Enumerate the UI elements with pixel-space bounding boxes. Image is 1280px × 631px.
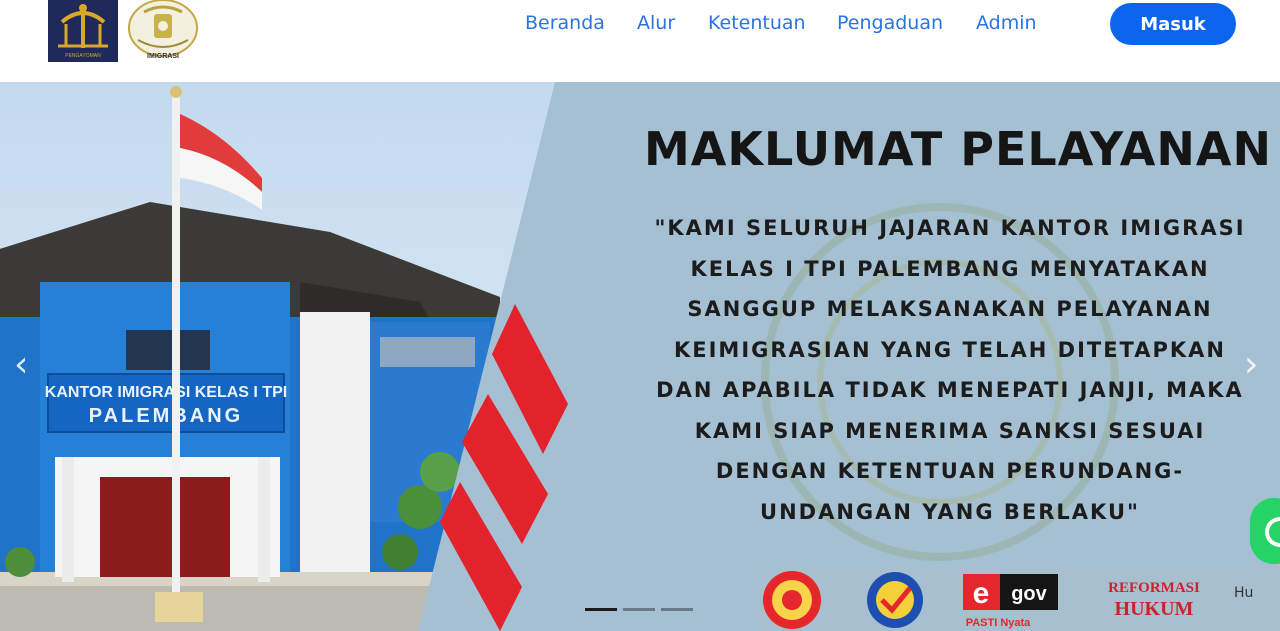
svg-text:PASTI Nyata: PASTI Nyata (966, 617, 1031, 629)
nav-ketentuan[interactable]: Ketentuan (708, 12, 806, 34)
statement-line: KELAS I TPI PALEMBANG MENYATAKAN (690, 256, 1210, 281)
wbk-logo-icon (867, 572, 923, 628)
whatsapp-icon[interactable] (1250, 498, 1280, 564)
nav-beranda[interactable]: Beranda (525, 12, 605, 34)
maklumat-statement: "KAMI SELURUH JAJARAN KANTOR IMIGRASI KE… (600, 208, 1280, 532)
site-header: PENGAYOMAN IMIGRASI Beranda Alur Ketentu… (0, 0, 1280, 82)
nav-pengaduan[interactable]: Pengaduan (837, 12, 943, 34)
svg-text:IMIGRASI: IMIGRASI (147, 53, 179, 60)
statement-line: "KAMI SELURUH JAJARAN KANTOR IMIGRASI (654, 216, 1246, 240)
svg-text:e: e (973, 577, 990, 610)
hero-carousel: KANTOR IMIGRASI KELAS I TPI PALEMBANG MA… (0, 82, 1280, 631)
carousel-indicator-1[interactable] (585, 608, 617, 611)
imigrasi-logo-icon[interactable]: IMIGRASI (124, 0, 202, 62)
chevron-left-icon[interactable]: ‹ (14, 344, 28, 385)
carousel-indicator-2[interactable] (623, 608, 655, 611)
svg-text:REFORMASI: REFORMASI (1108, 580, 1200, 596)
maklumat-headline: MAKLUMAT PELAYANAN (644, 122, 1272, 176)
chevron-right-icon[interactable]: › (1244, 344, 1258, 385)
statement-line: KAMI SIAP MENERIMA SANKSI SESUAI (694, 418, 1206, 443)
carousel-indicators (585, 608, 693, 611)
maklumat-panel: MAKLUMAT PELAYANAN "KAMI SELURUH JAJARAN… (0, 82, 1280, 631)
statement-line: SANGGUP MELAKSANAKAN PELAYANAN (687, 297, 1213, 321)
statement-line: UNDANGAN YANG BERLAKU" (760, 499, 1140, 524)
statement-line: DAN APABILA TIDAK MENEPATI JANJI, MAKA (656, 378, 1244, 402)
svg-text:PENGAYOMAN: PENGAYOMAN (65, 53, 101, 59)
partner-logos: e gov PASTI Nyata REFORMASI HUKUM (760, 566, 1280, 631)
login-button[interactable]: Masuk (1110, 3, 1236, 45)
help-label[interactable]: Hu (1234, 585, 1253, 601)
bersih-melayani-logo-icon (763, 571, 821, 629)
svg-text:gov: gov (1011, 583, 1047, 605)
nav-admin[interactable]: Admin (976, 12, 1037, 34)
nav-alur[interactable]: Alur (637, 12, 675, 34)
reformasi-hukum-logo-icon: REFORMASI HUKUM (1108, 580, 1200, 620)
pengayoman-logo-icon[interactable]: PENGAYOMAN (48, 0, 118, 62)
statement-line: DENGAN KETENTUAN PERUNDANG- (715, 459, 1185, 483)
statement-line: KEIMIGRASIAN YANG TELAH DITETAPKAN (674, 337, 1226, 362)
carousel-indicator-3[interactable] (661, 608, 693, 611)
svg-text:HUKUM: HUKUM (1115, 598, 1194, 620)
